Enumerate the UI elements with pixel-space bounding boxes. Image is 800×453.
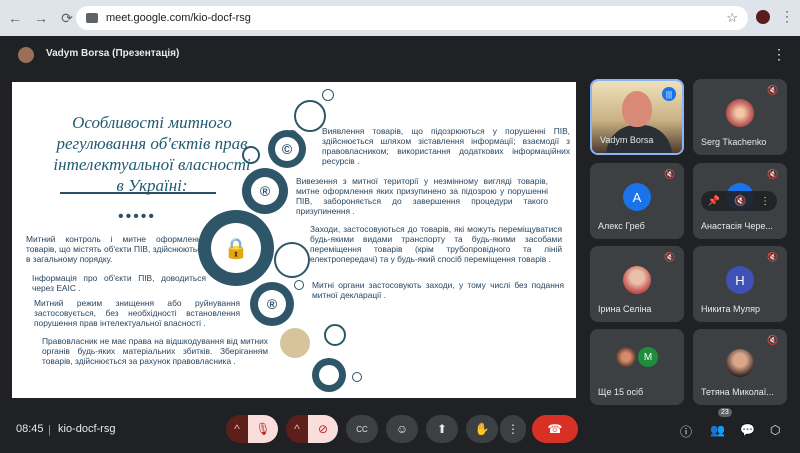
avatar: Н: [726, 266, 754, 294]
meeting-info-icon[interactable]: ⓘ: [680, 423, 692, 440]
slide-dots: •••••: [118, 208, 157, 225]
back-icon[interactable]: ←: [4, 7, 26, 29]
meeting-controls-bar: 08:45 | kio-docf-rsg ^ 🎙 ^ ⊘ CC ☺ ⬆ ✋ ⋮ …: [0, 405, 800, 453]
profile-avatar[interactable]: [756, 10, 770, 24]
avatar-stack-2: M: [638, 347, 658, 367]
books-icon: [280, 328, 310, 358]
left-paragraph-1: Митний контроль і митне оформлення товар…: [26, 234, 206, 264]
copyright-icon: ©: [268, 130, 306, 168]
deco-circle: [322, 89, 334, 101]
avatar-stack-1: [616, 347, 636, 367]
right-paragraph-3: Заходи, застосовуються до товарів, які м…: [310, 224, 562, 264]
meeting-time: 08:45: [16, 423, 44, 435]
participant-tile-nykyta[interactable]: Н 🔇 Никита Муляр: [693, 246, 787, 322]
participant-name: Тетяна Миколаї...: [701, 387, 774, 397]
brain-icon: [312, 358, 346, 392]
people-icon[interactable]: 👥: [710, 423, 725, 437]
avatar: [726, 99, 754, 127]
camera-off-button[interactable]: ⊘: [308, 415, 338, 443]
participant-tile-serg[interactable]: 🔇 Serg Tkachenko: [693, 79, 787, 155]
right-paragraph-4: Митні органи застосовують заходи, у тому…: [312, 280, 564, 300]
activities-icon[interactable]: ⬡: [770, 423, 780, 437]
mute-participant-icon[interactable]: 🔇: [734, 196, 746, 207]
speaking-indicator-icon: |||: [662, 87, 676, 101]
avatar: [726, 349, 754, 377]
mic-off-icon: 🔇: [664, 252, 676, 262]
participant-name: Ірина Селіна: [598, 304, 652, 314]
shared-slide: Особливості митного регулювання об'єктів…: [12, 82, 576, 398]
idea-icon-ring: [274, 242, 310, 278]
left-paragraph-3: Митний режим знищення або руйнування зас…: [34, 298, 240, 328]
presentation-title: Vadym Borsa (Презентація): [46, 48, 180, 59]
meeting-code: kio-docf-rsg: [58, 423, 116, 435]
tile-more-icon[interactable]: ⋮: [760, 196, 770, 207]
participant-count-badge: 23: [718, 408, 732, 417]
browser-toolbar: ← → ⟳ meet.google.com/kio-docf-rsg ☆ ⋮: [0, 0, 800, 36]
participant-name: Никита Муляр: [701, 304, 761, 314]
participant-tile-anastasia[interactable]: A 🔇 📌 🔇 ⋮ Анастасія Чере...: [693, 163, 787, 239]
video-options-chevron-icon[interactable]: ^: [286, 415, 308, 443]
address-bar[interactable]: meet.google.com/kio-docf-rsg ☆: [76, 6, 748, 30]
participant-name: Алекс Греб: [598, 221, 645, 231]
heading-divider: [60, 192, 216, 194]
deco-ring: [294, 100, 326, 132]
presentation-header: Vadym Borsa (Презентація) ⋮: [0, 36, 800, 74]
browser-menu-icon[interactable]: ⋮: [780, 8, 794, 25]
forward-icon[interactable]: →: [30, 7, 52, 29]
reload-icon[interactable]: ⟳: [56, 7, 78, 29]
tile-hover-controls: 📌 🔇 ⋮: [701, 191, 777, 211]
deco-circle: [294, 280, 304, 290]
trademark-icon: ®: [242, 168, 288, 214]
mic-off-icon: 🔇: [767, 85, 779, 95]
presenter-avatar: [18, 47, 34, 63]
presentation-more-icon[interactable]: ⋮: [772, 46, 786, 63]
left-paragraph-2: Інформація про об'єкти ПІВ, доводиться ч…: [32, 273, 206, 293]
mic-off-icon: 🔇: [767, 169, 779, 179]
raise-hand-button[interactable]: ✋: [466, 415, 498, 443]
participant-name: Анастасія Чере...: [701, 221, 773, 231]
slide-heading: Особливості митного регулювання об'єктів…: [53, 113, 251, 195]
bookmark-star-icon[interactable]: ☆: [726, 10, 738, 26]
mic-off-button[interactable]: 🎙: [248, 415, 278, 443]
deco-ring: [324, 324, 346, 346]
chat-icon[interactable]: 💬: [740, 423, 755, 437]
participant-name: Serg Tkachenko: [701, 137, 767, 147]
right-paragraph-1: Виявлення товарів, що підозрюються у пор…: [322, 126, 570, 166]
participant-tile-iryna[interactable]: 🔇 Ірина Селіна: [590, 246, 684, 322]
participant-tile-vadym[interactable]: ||| Vadym Borsa: [590, 79, 684, 155]
avatar: [623, 266, 651, 294]
mic-off-icon: 🔇: [767, 335, 779, 345]
avatar: A: [623, 183, 651, 211]
more-options-button[interactable]: ⋮: [500, 415, 526, 443]
participant-tile-more[interactable]: M Ще 15 осіб: [590, 329, 684, 405]
participant-name: Vadym Borsa: [600, 135, 654, 145]
emoji-button[interactable]: ☺: [386, 415, 418, 443]
url-text: meet.google.com/kio-docf-rsg: [106, 12, 251, 24]
audio-options-chevron-icon[interactable]: ^: [226, 415, 248, 443]
site-info-icon[interactable]: [86, 13, 98, 23]
participant-tile-aleks[interactable]: A 🔇 Алекс Греб: [590, 163, 684, 239]
mic-off-icon: 🔇: [664, 169, 676, 179]
captions-button[interactable]: CC: [346, 415, 378, 443]
right-paragraph-2: Вивезення з митної території у незмінном…: [296, 176, 548, 216]
mic-off-icon: 🔇: [767, 252, 779, 262]
participant-tile-tetiana[interactable]: 🔇 Тетяна Миколаї...: [693, 329, 787, 405]
left-paragraph-4: Правовласник не має права на відшкодуван…: [42, 336, 268, 366]
present-button[interactable]: ⬆: [426, 415, 458, 443]
lock-icon: 🔒: [198, 210, 274, 286]
deco-circle: [352, 372, 362, 382]
separator: |: [48, 424, 51, 436]
pin-icon[interactable]: 📌: [708, 196, 720, 207]
registered-icon: ®: [250, 282, 294, 326]
participant-name: Ще 15 осіб: [598, 387, 644, 397]
end-call-button[interactable]: ☎: [532, 415, 578, 443]
deco-ring: [242, 146, 260, 164]
